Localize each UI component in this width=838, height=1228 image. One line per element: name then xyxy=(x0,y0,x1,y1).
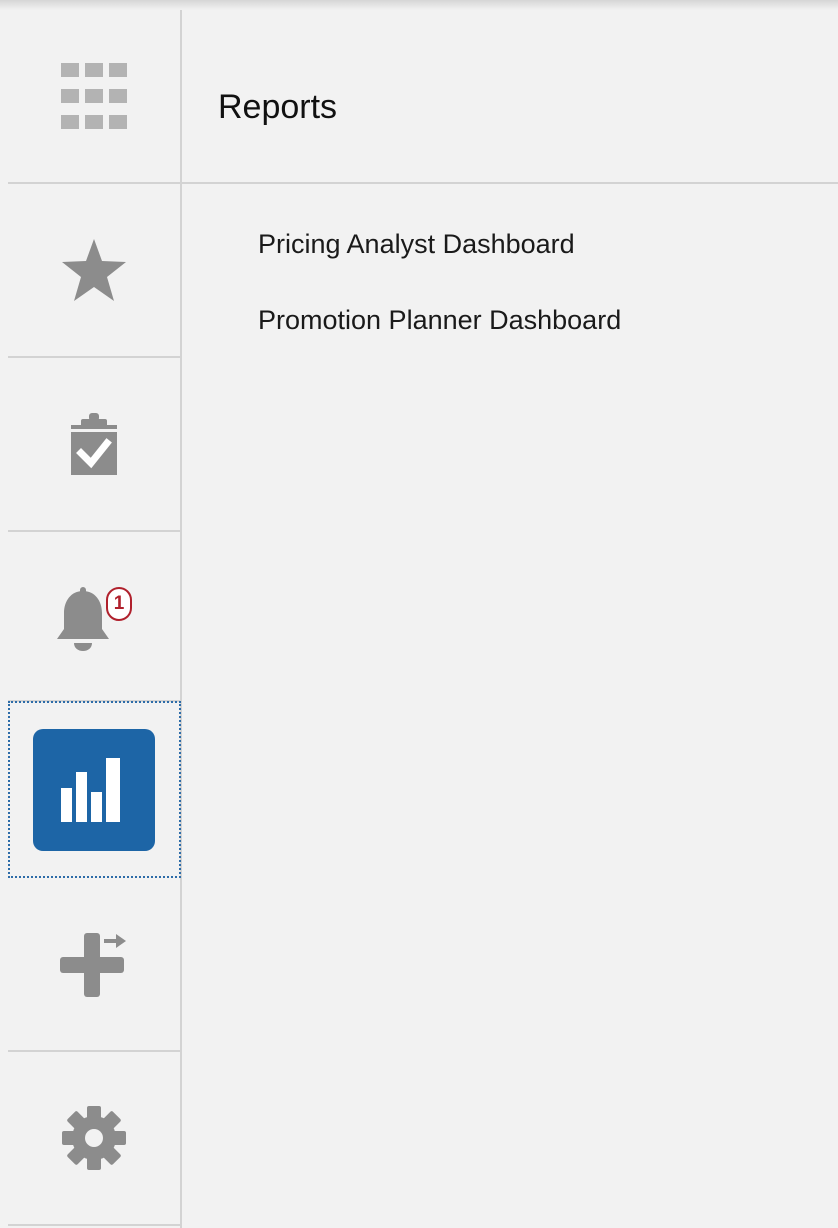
rail-item-notifications[interactable]: 1 xyxy=(8,532,180,702)
gear-icon xyxy=(62,1106,126,1170)
page-title: Reports xyxy=(218,88,338,126)
bar-chart-icon xyxy=(61,758,120,822)
bell-icon xyxy=(57,587,109,651)
clipboard-check-icon xyxy=(71,413,117,475)
grid-icon xyxy=(61,63,127,129)
notification-badge: 1 xyxy=(106,587,132,621)
star-icon xyxy=(62,239,126,301)
plus-arrow-icon xyxy=(60,933,126,997)
report-list: Pricing Analyst Dashboard Promotion Plan… xyxy=(258,224,621,376)
side-rail: 1 xyxy=(8,10,182,1228)
page-header: Reports xyxy=(182,10,838,184)
reports-tile xyxy=(33,729,155,851)
report-link-pricing-analyst-dashboard[interactable]: Pricing Analyst Dashboard xyxy=(258,224,621,300)
rail-item-favorites[interactable] xyxy=(8,184,180,358)
rail-item-reports[interactable] xyxy=(8,702,180,878)
rail-item-tasks[interactable] xyxy=(8,358,180,532)
top-shadow xyxy=(0,0,838,10)
rail-item-settings[interactable] xyxy=(8,1052,180,1226)
report-link-promotion-planner-dashboard[interactable]: Promotion Planner Dashboard xyxy=(258,300,621,376)
rail-item-apps[interactable] xyxy=(8,10,180,184)
rail-item-navigator[interactable] xyxy=(8,878,180,1052)
